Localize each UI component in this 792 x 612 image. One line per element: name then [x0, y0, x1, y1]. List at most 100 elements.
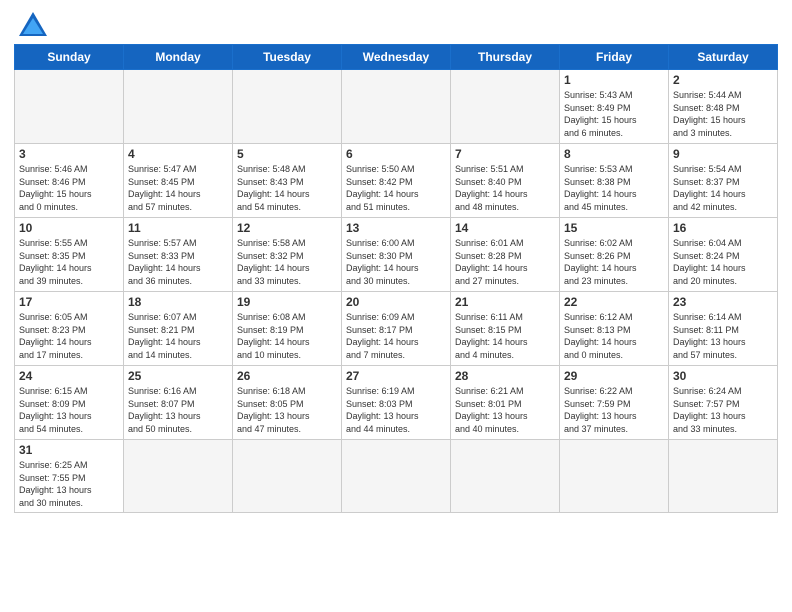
day-number: 13: [346, 221, 446, 235]
weekday-header-sunday: Sunday: [15, 45, 124, 70]
calendar-day-cell: [451, 70, 560, 144]
day-number: 31: [19, 443, 119, 457]
calendar-day-cell: 22 Sunrise: 6:12 AM Sunset: 8:13 PM Dayli…: [560, 292, 669, 366]
day-info: Sunrise: 5:48 AM Sunset: 8:43 PM Dayligh…: [237, 163, 337, 213]
day-number: 19: [237, 295, 337, 309]
day-number: 24: [19, 369, 119, 383]
weekday-header-friday: Friday: [560, 45, 669, 70]
day-number: 6: [346, 147, 446, 161]
calendar-day-cell: 13 Sunrise: 6:00 AM Sunset: 8:30 PM Dayli…: [342, 218, 451, 292]
calendar-day-cell: 19 Sunrise: 6:08 AM Sunset: 8:19 PM Dayli…: [233, 292, 342, 366]
calendar-day-cell: [233, 70, 342, 144]
day-number: 15: [564, 221, 664, 235]
calendar-day-cell: 10 Sunrise: 5:55 AM Sunset: 8:35 PM Dayli…: [15, 218, 124, 292]
weekday-header-saturday: Saturday: [669, 45, 778, 70]
calendar-day-cell: 14 Sunrise: 6:01 AM Sunset: 8:28 PM Dayli…: [451, 218, 560, 292]
day-number: 10: [19, 221, 119, 235]
day-number: 30: [673, 369, 773, 383]
day-number: 5: [237, 147, 337, 161]
calendar-day-cell: 4Sunrise: 5:47 AM Sunset: 8:45 PM Daylig…: [124, 144, 233, 218]
day-info: Sunrise: 5:58 AM Sunset: 8:32 PM Dayligh…: [237, 237, 337, 287]
calendar-day-cell: 11 Sunrise: 5:57 AM Sunset: 8:33 PM Dayli…: [124, 218, 233, 292]
day-number: 23: [673, 295, 773, 309]
calendar-week-row: 17 Sunrise: 6:05 AM Sunset: 8:23 PM Dayli…: [15, 292, 778, 366]
calendar-day-cell: 15Sunrise: 6:02 AM Sunset: 8:26 PM Dayli…: [560, 218, 669, 292]
day-number: 2: [673, 73, 773, 87]
calendar-day-cell: 18Sunrise: 6:07 AM Sunset: 8:21 PM Dayli…: [124, 292, 233, 366]
calendar-day-cell: [124, 70, 233, 144]
calendar-day-cell: [669, 440, 778, 513]
calendar-day-cell: [451, 440, 560, 513]
day-info: Sunrise: 6:12 AM Sunset: 8:13 PM Dayligh…: [564, 311, 664, 361]
day-info: Sunrise: 5:46 AM Sunset: 8:46 PM Dayligh…: [19, 163, 119, 213]
day-number: 12: [237, 221, 337, 235]
calendar-day-cell: 12 Sunrise: 5:58 AM Sunset: 8:32 PM Dayli…: [233, 218, 342, 292]
day-number: 25: [128, 369, 228, 383]
calendar-day-cell: [342, 70, 451, 144]
day-info: Sunrise: 5:53 AM Sunset: 8:38 PM Dayligh…: [564, 163, 664, 213]
day-number: 7: [455, 147, 555, 161]
calendar-day-cell: 16Sunrise: 6:04 AM Sunset: 8:24 PM Dayli…: [669, 218, 778, 292]
calendar-day-cell: [15, 70, 124, 144]
calendar-day-cell: 27 Sunrise: 6:19 AM Sunset: 8:03 PM Dayli…: [342, 366, 451, 440]
day-info: Sunrise: 6:01 AM Sunset: 8:28 PM Dayligh…: [455, 237, 555, 287]
day-info: Sunrise: 5:43 AM Sunset: 8:49 PM Dayligh…: [564, 89, 664, 139]
day-number: 9: [673, 147, 773, 161]
day-info: Sunrise: 6:05 AM Sunset: 8:23 PM Dayligh…: [19, 311, 119, 361]
calendar-day-cell: 23 Sunrise: 6:14 AM Sunset: 8:11 PM Dayli…: [669, 292, 778, 366]
day-number: 4: [128, 147, 228, 161]
day-info: Sunrise: 5:57 AM Sunset: 8:33 PM Dayligh…: [128, 237, 228, 287]
day-info: Sunrise: 6:18 AM Sunset: 8:05 PM Dayligh…: [237, 385, 337, 435]
day-info: Sunrise: 6:11 AM Sunset: 8:15 PM Dayligh…: [455, 311, 555, 361]
day-info: Sunrise: 5:44 AM Sunset: 8:48 PM Dayligh…: [673, 89, 773, 139]
weekday-header-wednesday: Wednesday: [342, 45, 451, 70]
calendar-day-cell: 26Sunrise: 6:18 AM Sunset: 8:05 PM Dayli…: [233, 366, 342, 440]
calendar-header-row: SundayMondayTuesdayWednesdayThursdayFrid…: [15, 45, 778, 70]
calendar-day-cell: 3 Sunrise: 5:46 AM Sunset: 8:46 PM Daylig…: [15, 144, 124, 218]
day-info: Sunrise: 6:07 AM Sunset: 8:21 PM Dayligh…: [128, 311, 228, 361]
day-number: 17: [19, 295, 119, 309]
calendar-day-cell: 1 Sunrise: 5:43 AM Sunset: 8:49 PM Daylig…: [560, 70, 669, 144]
calendar-day-cell: 5 Sunrise: 5:48 AM Sunset: 8:43 PM Daylig…: [233, 144, 342, 218]
day-number: 3: [19, 147, 119, 161]
day-number: 29: [564, 369, 664, 383]
calendar-day-cell: [342, 440, 451, 513]
day-number: 1: [564, 73, 664, 87]
day-info: Sunrise: 6:08 AM Sunset: 8:19 PM Dayligh…: [237, 311, 337, 361]
day-number: 16: [673, 221, 773, 235]
calendar-day-cell: 28Sunrise: 6:21 AM Sunset: 8:01 PM Dayli…: [451, 366, 560, 440]
day-number: 27: [346, 369, 446, 383]
calendar-day-cell: 25 Sunrise: 6:16 AM Sunset: 8:07 PM Dayli…: [124, 366, 233, 440]
day-info: Sunrise: 6:16 AM Sunset: 8:07 PM Dayligh…: [128, 385, 228, 435]
calendar-day-cell: [560, 440, 669, 513]
day-info: Sunrise: 5:55 AM Sunset: 8:35 PM Dayligh…: [19, 237, 119, 287]
calendar-day-cell: 2 Sunrise: 5:44 AM Sunset: 8:48 PM Daylig…: [669, 70, 778, 144]
calendar-table: SundayMondayTuesdayWednesdayThursdayFrid…: [14, 44, 778, 513]
day-info: Sunrise: 6:24 AM Sunset: 7:57 PM Dayligh…: [673, 385, 773, 435]
calendar-day-cell: 17 Sunrise: 6:05 AM Sunset: 8:23 PM Dayli…: [15, 292, 124, 366]
calendar-day-cell: 29 Sunrise: 6:22 AM Sunset: 7:59 PM Dayli…: [560, 366, 669, 440]
day-info: Sunrise: 6:19 AM Sunset: 8:03 PM Dayligh…: [346, 385, 446, 435]
calendar-day-cell: [124, 440, 233, 513]
weekday-header-thursday: Thursday: [451, 45, 560, 70]
day-info: Sunrise: 5:50 AM Sunset: 8:42 PM Dayligh…: [346, 163, 446, 213]
calendar-week-row: 31Sunrise: 6:25 AM Sunset: 7:55 PM Dayli…: [15, 440, 778, 513]
day-number: 8: [564, 147, 664, 161]
day-info: Sunrise: 6:14 AM Sunset: 8:11 PM Dayligh…: [673, 311, 773, 361]
day-number: 22: [564, 295, 664, 309]
calendar-day-cell: 20Sunrise: 6:09 AM Sunset: 8:17 PM Dayli…: [342, 292, 451, 366]
day-info: Sunrise: 6:09 AM Sunset: 8:17 PM Dayligh…: [346, 311, 446, 361]
calendar-day-cell: 30 Sunrise: 6:24 AM Sunset: 7:57 PM Dayli…: [669, 366, 778, 440]
calendar-day-cell: 31Sunrise: 6:25 AM Sunset: 7:55 PM Dayli…: [15, 440, 124, 513]
calendar-week-row: 3 Sunrise: 5:46 AM Sunset: 8:46 PM Daylig…: [15, 144, 778, 218]
calendar-day-cell: [233, 440, 342, 513]
day-info: Sunrise: 6:22 AM Sunset: 7:59 PM Dayligh…: [564, 385, 664, 435]
page: SundayMondayTuesdayWednesdayThursdayFrid…: [0, 0, 792, 612]
day-info: Sunrise: 6:00 AM Sunset: 8:30 PM Dayligh…: [346, 237, 446, 287]
day-number: 14: [455, 221, 555, 235]
calendar-day-cell: 8 Sunrise: 5:53 AM Sunset: 8:38 PM Daylig…: [560, 144, 669, 218]
weekday-header-tuesday: Tuesday: [233, 45, 342, 70]
day-number: 11: [128, 221, 228, 235]
calendar-day-cell: 9Sunrise: 5:54 AM Sunset: 8:37 PM Daylig…: [669, 144, 778, 218]
day-number: 21: [455, 295, 555, 309]
